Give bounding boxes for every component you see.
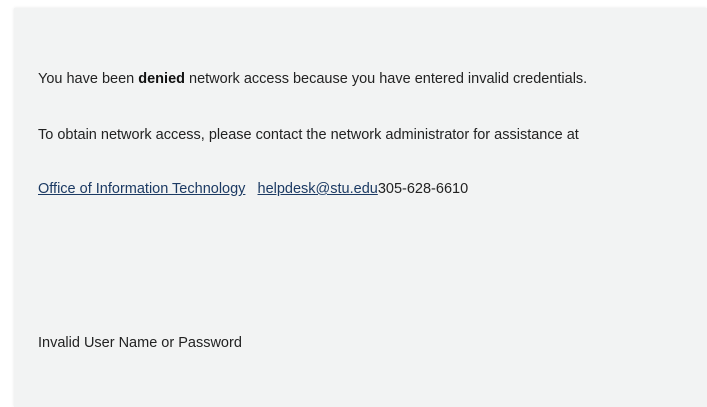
contact-info: Office of Information Technology helpdes…	[38, 180, 468, 198]
helpdesk-email-link[interactable]: helpdesk@stu.edu	[258, 181, 378, 197]
denied-message: You have been denied network access beca…	[38, 70, 587, 88]
denied-message-suffix: network access because you have entered …	[185, 71, 588, 87]
page: You have been denied network access beca…	[0, 0, 707, 407]
office-of-it-link[interactable]: Office of Information Technology	[38, 181, 245, 197]
access-denied-panel: You have been denied network access beca…	[14, 8, 707, 407]
denied-message-prefix: You have been	[38, 71, 139, 87]
denied-emphasis: denied	[138, 71, 185, 87]
helpdesk-phone: 305-628-6610	[377, 181, 469, 197]
contact-instructions: To obtain network access, please contact…	[38, 127, 579, 143]
error-message: Invalid User Name or Password	[38, 335, 242, 351]
